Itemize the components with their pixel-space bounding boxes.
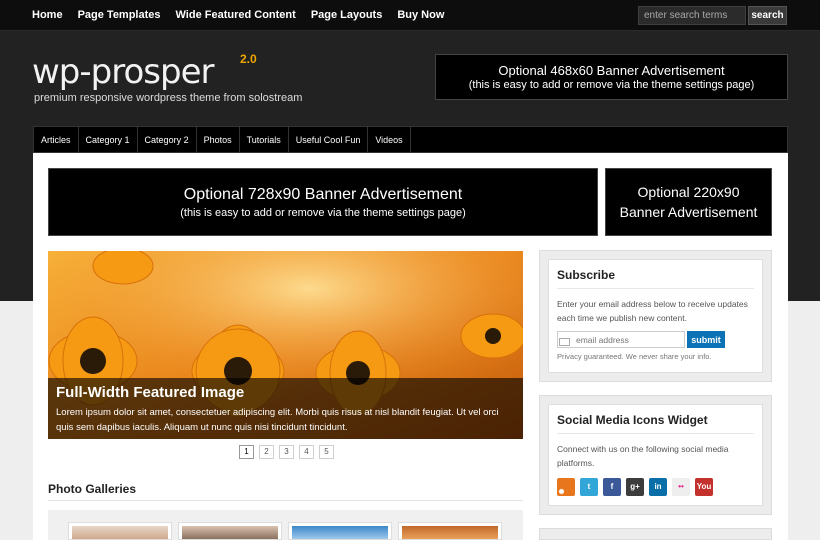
banner-220-line2: Banner Advertisement	[619, 204, 758, 220]
subscribe-text: Enter your email address below to receiv…	[557, 299, 748, 323]
cat-articles[interactable]: Articles	[34, 127, 79, 152]
gallery-thumb[interactable]	[68, 522, 172, 540]
cat-category-2[interactable]: Category 2	[138, 127, 197, 152]
cat-tutorials[interactable]: Tutorials	[240, 127, 289, 152]
google-plus-icon[interactable]: g+	[626, 478, 644, 496]
featured-title[interactable]: Full-Width Featured Image	[56, 384, 515, 401]
subscribe-title: Subscribe	[557, 268, 754, 289]
pager-4[interactable]: 4	[299, 445, 314, 459]
divider	[48, 500, 523, 501]
banner-220-line1: Optional 220x90	[637, 184, 740, 200]
featured-slider[interactable]: Full-Width Featured Image Lorem ipsum do…	[48, 251, 523, 439]
logo-text: wp-prosper	[32, 52, 214, 92]
subscribe-widget: Subscribe Enter your email address below…	[539, 250, 772, 382]
email-icon	[559, 338, 570, 346]
banner-728x90[interactable]: Optional 728x90 Banner Advertisement (th…	[48, 168, 598, 236]
gallery-thumb[interactable]	[398, 522, 502, 540]
search-button[interactable]: search	[748, 6, 787, 25]
facebook-icon[interactable]: f	[603, 478, 621, 496]
featured-caption: Full-Width Featured Image Lorem ipsum do…	[48, 378, 523, 439]
gallery-thumb[interactable]	[288, 522, 392, 540]
topnav-page-templates[interactable]: Page Templates	[78, 9, 161, 21]
pager-2[interactable]: 2	[259, 445, 274, 459]
topnav-buy-now[interactable]: Buy Now	[397, 9, 444, 21]
pager-3[interactable]: 3	[279, 445, 294, 459]
rss-icon[interactable]	[557, 478, 575, 496]
gallery-thumb[interactable]	[178, 522, 282, 540]
submit-button[interactable]: submit	[687, 331, 725, 348]
cat-category-1[interactable]: Category 1	[79, 127, 138, 152]
topnav-wide-featured-content[interactable]: Wide Featured Content	[176, 9, 296, 21]
photo-galleries-title: Photo Galleries	[48, 482, 137, 496]
banner-468-line2: (this is easy to add or remove via the t…	[468, 79, 755, 91]
twitter-icon[interactable]: t	[580, 478, 598, 496]
top-navigation: Home Page Templates Wide Featured Conten…	[32, 0, 459, 30]
cat-useful-cool-fun[interactable]: Useful Cool Fun	[289, 127, 369, 152]
email-row: submit	[557, 331, 754, 348]
cat-photos[interactable]: Photos	[197, 127, 240, 152]
next-widget	[539, 528, 772, 540]
site-tagline: premium responsive wordpress theme from …	[34, 92, 303, 104]
featured-text: Lorem ipsum dolor sit amet, consectetuer…	[56, 407, 499, 433]
pager-1[interactable]: 1	[239, 445, 254, 459]
privacy-note: Privacy guaranteed. We never share your …	[557, 352, 712, 361]
slider-pager: 1 2 3 4 5	[239, 445, 339, 459]
banner-728-line1: Optional 728x90 Banner Advertisement	[183, 185, 463, 203]
youtube-icon[interactable]: You	[695, 478, 713, 496]
top-bar: Home Page Templates Wide Featured Conten…	[0, 0, 820, 31]
topnav-page-layouts[interactable]: Page Layouts	[311, 9, 383, 21]
logo-version: 2.0	[240, 52, 257, 66]
email-field[interactable]	[557, 331, 685, 348]
flickr-icon[interactable]: ••	[672, 478, 690, 496]
social-media-widget: Social Media Icons Widget Connect with u…	[539, 395, 772, 515]
social-text: Connect with us on the following social …	[557, 444, 729, 468]
banner-468-line1: Optional 468x60 Banner Advertisement	[498, 63, 725, 78]
site-logo[interactable]: wp-prosper 2.0	[32, 52, 257, 92]
cat-videos[interactable]: Videos	[368, 127, 411, 152]
category-navigation: Articles Category 1 Category 2 Photos Tu…	[33, 126, 788, 153]
pager-5[interactable]: 5	[319, 445, 334, 459]
search-input[interactable]	[638, 6, 746, 25]
social-title: Social Media Icons Widget	[557, 413, 754, 434]
banner-728-line2: (this is easy to add or remove via the t…	[180, 206, 466, 219]
banner-468x60[interactable]: Optional 468x60 Banner Advertisement (th…	[435, 54, 788, 100]
topnav-home[interactable]: Home	[32, 9, 63, 21]
linkedin-icon[interactable]: in	[649, 478, 667, 496]
banner-220x90[interactable]: Optional 220x90 Banner Advertisement	[605, 168, 772, 236]
social-icons: t f g+ in •• You	[557, 478, 754, 496]
